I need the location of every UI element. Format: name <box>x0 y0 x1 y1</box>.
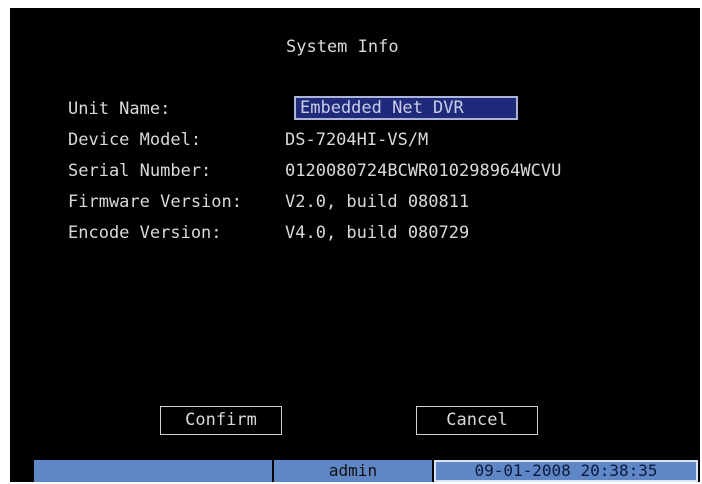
device-model-value: DS-7204HI-VS/M <box>285 130 429 150</box>
status-datetime: 09-01-2008 20:38:35 <box>434 460 698 482</box>
device-model-label: Device Model: <box>68 130 202 150</box>
encode-version-value: V4.0, build 080729 <box>285 223 470 243</box>
confirm-button[interactable]: Confirm <box>160 406 282 435</box>
status-user: admin <box>274 460 432 482</box>
system-info-screen: System Info Unit Name: Embedded Net DVR … <box>10 8 700 482</box>
serial-number-value: 0120080724BCWR010298964WCVU <box>285 161 562 181</box>
unit-name-label: Unit Name: <box>68 99 171 119</box>
dialog-title: System Info <box>286 37 399 57</box>
serial-number-label: Serial Number: <box>68 161 212 181</box>
firmware-version-value: V2.0, build 080811 <box>285 192 470 212</box>
status-bar-blank-segment <box>34 460 272 482</box>
encode-version-label: Encode Version: <box>68 223 222 243</box>
unit-name-input[interactable]: Embedded Net DVR <box>294 96 518 120</box>
status-bar: admin 09-01-2008 20:38:35 <box>34 460 698 482</box>
unit-name-value: Embedded Net DVR <box>300 98 464 118</box>
firmware-version-label: Firmware Version: <box>68 192 242 212</box>
cancel-button[interactable]: Cancel <box>416 406 538 435</box>
